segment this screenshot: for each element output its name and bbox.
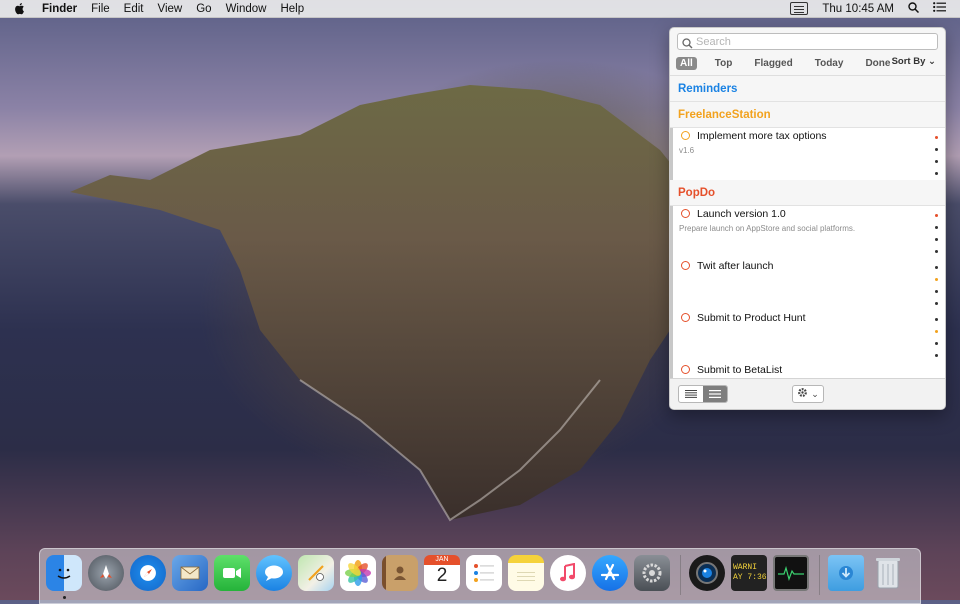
complete-checkbox[interactable] [681, 131, 690, 140]
item-title: Submit to BetaList [697, 364, 783, 376]
priority-dots[interactable] [935, 214, 938, 262]
dock-safari-icon[interactable] [130, 555, 166, 591]
section-header-reminders[interactable]: Reminders [670, 76, 945, 102]
dock-camera-icon[interactable] [689, 555, 725, 591]
menu-help[interactable]: Help [280, 3, 304, 15]
menu-edit[interactable]: Edit [124, 3, 144, 15]
list-item[interactable]: Submit to Product Hunt [670, 310, 945, 362]
menu-app-name[interactable]: Finder [42, 3, 77, 15]
dock-activity-monitor-icon[interactable] [773, 555, 809, 591]
popdo-status-icon[interactable] [790, 2, 809, 15]
priority-dots[interactable] [935, 136, 938, 184]
priority-dots[interactable] [935, 318, 938, 366]
complete-checkbox[interactable] [681, 209, 690, 218]
dock-photos-icon[interactable] [340, 555, 376, 591]
apple-icon[interactable] [14, 2, 28, 15]
list-item[interactable]: Launch version 1.0 Prepare launch on App… [670, 206, 945, 258]
search-input[interactable] [696, 34, 931, 49]
popover-footer: ⌄ [670, 378, 945, 409]
section-header-popdo[interactable]: PopDo [670, 180, 945, 206]
view-mode-toggle[interactable] [678, 385, 728, 403]
settings-menu-button[interactable]: ⌄ [792, 385, 824, 403]
item-title: Implement more tax options [697, 130, 827, 142]
item-title: Launch version 1.0 [697, 208, 786, 220]
list-item[interactable]: Submit to BetaList [670, 362, 945, 379]
dock-app-store-icon[interactable] [592, 555, 628, 591]
filter-flagged[interactable]: Flagged [750, 57, 796, 70]
dock-console-icon[interactable]: WARNI AY 7:36 [731, 555, 767, 591]
complete-checkbox[interactable] [681, 365, 690, 374]
calendar-day: 2 [436, 565, 448, 586]
filter-done[interactable]: Done [861, 57, 894, 70]
dock-trash-icon[interactable] [870, 555, 906, 591]
dock: JAN 2 WARNI AY 7:36 [39, 548, 921, 604]
menu-view[interactable]: View [158, 3, 183, 15]
dock-separator [680, 555, 681, 595]
spotlight-icon[interactable] [908, 1, 920, 16]
item-note: Prepare launch on AppStore and social pl… [679, 224, 856, 233]
gear-icon [797, 385, 808, 403]
dock-facetime-icon[interactable] [214, 555, 250, 591]
filter-all[interactable]: All [676, 56, 697, 70]
menu-clock[interactable]: Thu 10:45 AM [822, 3, 894, 15]
complete-checkbox[interactable] [681, 261, 690, 270]
dock-separator [819, 555, 820, 595]
item-note: v1.6 [679, 146, 695, 155]
search-box[interactable] [677, 33, 938, 50]
complete-checkbox[interactable] [681, 313, 690, 322]
menu-file[interactable]: File [91, 3, 110, 15]
search-icon [682, 36, 693, 54]
reminders-popover: All Top Flagged Today Done Sort By ⌄ Rem… [669, 27, 946, 410]
menu-window[interactable]: Window [226, 3, 267, 15]
menu-bar: Finder File Edit View Go Window Help Thu… [0, 0, 960, 18]
dock-messages-icon[interactable] [256, 555, 292, 591]
section-header-freelancestation[interactable]: FreelanceStation [670, 102, 945, 128]
filter-top[interactable]: Top [711, 57, 737, 70]
filter-today[interactable]: Today [811, 57, 848, 70]
compact-list-icon[interactable] [679, 386, 703, 402]
item-title: Submit to Product Hunt [697, 312, 806, 324]
dock-music-icon[interactable] [550, 555, 586, 591]
dock-downloads-folder-icon[interactable] [828, 555, 864, 591]
sort-by-button[interactable]: Sort By ⌄ [892, 56, 936, 67]
sort-by-label: Sort By [891, 56, 926, 67]
menu-go[interactable]: Go [196, 3, 211, 15]
priority-dots[interactable] [935, 266, 938, 314]
dock-launchpad-icon[interactable] [88, 555, 124, 591]
dock-mail-icon[interactable] [172, 555, 208, 591]
reminders-list[interactable]: Reminders FreelanceStation Implement mor… [670, 75, 945, 379]
console-line-1: WARNI [733, 563, 758, 572]
list-item[interactable]: Implement more tax options v1.6 [670, 128, 945, 180]
dock-calendar-icon[interactable]: JAN 2 [424, 555, 460, 591]
item-title: Twit after launch [697, 260, 774, 272]
dock-finder-icon[interactable] [46, 555, 82, 599]
list-item[interactable]: Twit after launch [670, 258, 945, 310]
console-line-2: AY 7:36 [733, 573, 767, 582]
filter-bar: All Top Flagged Today Done Sort By ⌄ [676, 56, 940, 70]
dock-maps-icon[interactable] [298, 555, 334, 591]
chevron-down-icon: ⌄ [928, 56, 936, 67]
dock-notes-icon[interactable] [508, 555, 544, 591]
dock-contacts-icon[interactable] [382, 555, 418, 591]
dock-system-preferences-icon[interactable] [634, 555, 670, 591]
notification-center-icon[interactable] [933, 2, 946, 15]
dock-reminders-icon[interactable] [466, 555, 502, 591]
detailed-list-icon[interactable] [703, 386, 727, 402]
chevron-down-icon: ⌄ [811, 388, 819, 399]
calendar-month: JAN [424, 555, 460, 565]
